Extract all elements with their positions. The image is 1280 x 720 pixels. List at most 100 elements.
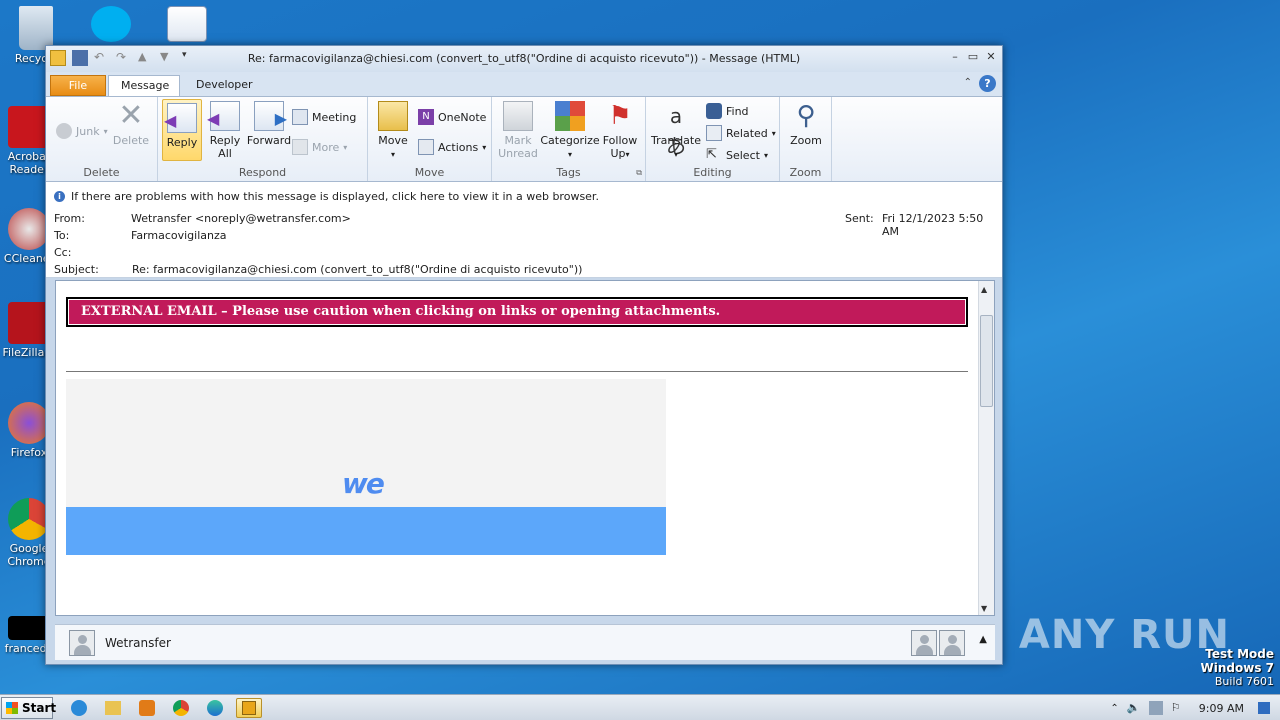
find-button[interactable]: Find xyxy=(706,103,749,119)
reply-button[interactable]: ◀ Reply xyxy=(162,99,202,161)
wetransfer-header-block: we xyxy=(66,379,666,555)
related-button[interactable]: Related ▾ xyxy=(706,125,776,141)
categorize-button[interactable]: Categorize ▾ xyxy=(540,101,600,161)
tab-message[interactable]: Message xyxy=(108,75,180,96)
categorize-icon xyxy=(555,101,585,131)
move-button[interactable]: Move ▾ xyxy=(374,101,412,161)
wetransfer-blue-band xyxy=(66,507,666,555)
group-label-tags: Tags xyxy=(556,166,581,179)
forward-button[interactable]: ▶ Forward xyxy=(246,101,292,147)
sent-label: Sent: xyxy=(845,212,874,225)
word-document-icon xyxy=(167,6,207,42)
sender-name[interactable]: Wetransfer xyxy=(105,636,171,650)
ribbon-group-delete: Junk ▾ ✕ Delete Delete xyxy=(46,97,158,181)
recycle-bin-icon xyxy=(19,6,53,50)
ribbon: Junk ▾ ✕ Delete Delete ◀ Reply ◀ Reply Al… xyxy=(46,96,1002,182)
desktop-icon-word[interactable] xyxy=(152,6,222,44)
close-icon[interactable]: ✕ xyxy=(984,50,998,64)
translate-icon: aあ xyxy=(666,104,686,158)
actions-button[interactable]: Actions ▾ xyxy=(418,139,486,155)
maximize-icon[interactable]: ▭ xyxy=(966,50,980,64)
group-label-zoom: Zoom xyxy=(789,166,822,179)
message-header: i If there are problems with how this me… xyxy=(46,182,1002,278)
scroll-up-arrow-icon[interactable]: ▲ xyxy=(981,285,987,294)
title-bar: ↶ ↷ ▲ ▼ ▾ Re: farmacovigilanza@chiesi.co… xyxy=(46,46,1002,72)
translate-button[interactable]: aあ Translate ▾ xyxy=(650,101,702,161)
delete-button[interactable]: ✕ Delete xyxy=(112,98,150,148)
delete-x-icon: ✕ xyxy=(118,98,144,133)
contact-avatar-1[interactable] xyxy=(911,630,937,656)
minimize-icon[interactable]: – xyxy=(948,50,962,64)
more-respond-button[interactable]: More ▾ xyxy=(292,139,347,155)
select-button[interactable]: ⇱ Select ▾ xyxy=(706,147,768,163)
meeting-button[interactable]: Meeting xyxy=(292,109,356,125)
expand-people-pane-icon[interactable]: ▲ xyxy=(979,634,987,645)
subject-label: Subject: xyxy=(54,263,99,276)
outlook-taskbar-icon[interactable] xyxy=(236,698,262,718)
chrome-icon xyxy=(8,498,50,540)
group-label-editing: Editing xyxy=(693,166,732,179)
sender-avatar[interactable] xyxy=(69,630,95,656)
ribbon-group-move: Move ▾ N OneNote Actions ▾ Move xyxy=(368,97,492,181)
from-value[interactable]: Wetransfer <noreply@wetransfer.com> xyxy=(131,212,351,225)
help-icon[interactable]: ? xyxy=(979,75,996,92)
ribbon-tabs: File Message Developer ⌃ ? xyxy=(46,72,1002,96)
flag-icon: ⚑ xyxy=(608,101,632,131)
junk-button[interactable]: Junk ▾ xyxy=(56,123,108,139)
ribbon-group-tags: Mark Unread Categorize ▾ ⚑ Follow Up▾ ⧉ T… xyxy=(492,97,646,181)
volume-icon[interactable]: 🔈 xyxy=(1127,701,1141,715)
build-label: Build 7601 xyxy=(1214,675,1274,688)
edge-taskbar-icon[interactable] xyxy=(204,698,226,718)
to-value[interactable]: Farmacovigilanza xyxy=(131,229,227,242)
follow-up-button[interactable]: ⚑ Follow Up▾ xyxy=(600,101,640,161)
ribbon-group-respond: ◀ Reply ◀ Reply All ▶ Forward Meeting Mo… xyxy=(158,97,368,181)
test-mode-text: Test Mode Windows 7 Build 7601 xyxy=(1201,647,1274,689)
select-cursor-icon: ⇱ xyxy=(706,147,717,162)
window-controls: – ▭ ✕ xyxy=(948,50,998,64)
ie-taskbar-icon[interactable] xyxy=(68,698,90,718)
media-player-taskbar-icon[interactable] xyxy=(136,698,158,718)
magnifier-icon: ⚲ xyxy=(796,101,816,131)
outlook-message-window: ↶ ↷ ▲ ▼ ▾ Re: farmacovigilanza@chiesi.co… xyxy=(45,45,1003,665)
wetransfer-logo: we xyxy=(342,467,385,500)
subject-value: Re: farmacovigilanza@chiesi.com (convert… xyxy=(132,263,583,276)
scroll-down-arrow-icon[interactable]: ▼ xyxy=(981,604,987,613)
action-center-flag-icon[interactable]: ⚐ xyxy=(1171,701,1185,715)
sent-value: Fri 12/1/2023 5:50 AM xyxy=(882,212,984,238)
tab-file[interactable]: File xyxy=(50,75,106,96)
ribbon-group-zoom: ⚲ Zoom Zoom xyxy=(780,97,832,181)
tab-developer[interactable]: Developer xyxy=(184,75,260,96)
onenote-button[interactable]: N OneNote xyxy=(418,109,486,125)
minimize-ribbon-icon[interactable]: ⌃ xyxy=(964,77,972,88)
test-mode-label: Test Mode xyxy=(1205,647,1274,661)
zoom-button[interactable]: ⚲ Zoom xyxy=(786,101,826,147)
contact-avatar-2[interactable] xyxy=(939,630,965,656)
chrome-taskbar-icon[interactable] xyxy=(170,698,192,718)
window-title: Re: farmacovigilanza@chiesi.com (convert… xyxy=(247,52,801,65)
start-button[interactable]: Start xyxy=(1,697,56,719)
show-hidden-icons-icon[interactable]: ⌃ xyxy=(1110,703,1118,714)
onenote-icon: N xyxy=(418,109,434,125)
vertical-scrollbar[interactable]: ▲ ▼ xyxy=(978,281,994,615)
os-label: Windows 7 xyxy=(1200,661,1274,675)
acrobat-icon xyxy=(8,106,50,148)
forward-icon: ▶ xyxy=(254,101,287,131)
more-icon xyxy=(292,139,308,155)
info-icon: i xyxy=(54,191,65,202)
mark-unread-button[interactable]: Mark Unread xyxy=(496,101,540,160)
network-icon[interactable] xyxy=(1148,701,1163,715)
show-desktop-icon[interactable] xyxy=(1258,702,1270,714)
reply-all-button[interactable]: ◀ Reply All xyxy=(204,101,246,160)
scroll-thumb[interactable] xyxy=(980,315,993,407)
banner-text: EXTERNAL EMAIL – Please use caution when… xyxy=(69,300,965,324)
find-binoculars-icon xyxy=(706,103,722,119)
filezilla-icon xyxy=(8,302,50,344)
to-label: To: xyxy=(54,229,70,242)
explorer-taskbar-icon[interactable] xyxy=(102,698,124,718)
message-body: EXTERNAL EMAIL – Please use caution when… xyxy=(55,280,995,616)
info-text: If there are problems with how this mess… xyxy=(71,190,599,203)
info-bar[interactable]: i If there are problems with how this me… xyxy=(54,190,599,203)
people-pane: Wetransfer ▲ xyxy=(55,624,995,660)
clock[interactable]: 9:09 AM xyxy=(1199,702,1244,715)
desktop-icon-skype[interactable] xyxy=(76,6,146,44)
